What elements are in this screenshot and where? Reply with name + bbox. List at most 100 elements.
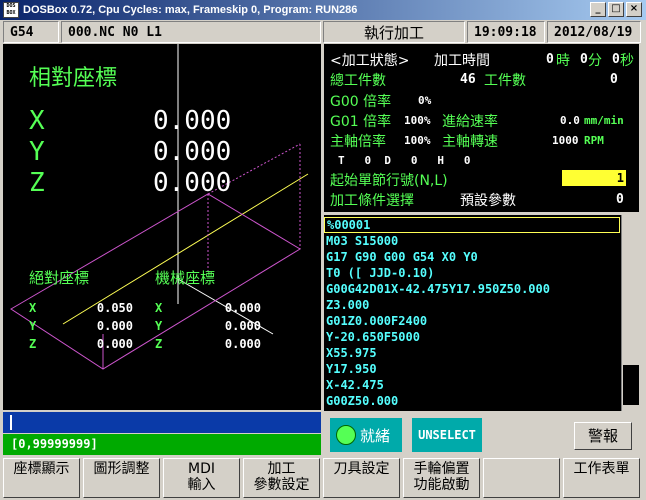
- status-header: G54 000.NC N0 L1 執行加工 19:09:18 2012/08/1…: [3, 21, 643, 43]
- fkey-label: 工作表單: [573, 461, 630, 477]
- tool-d-h-values: T 0 D 0 H 0: [338, 154, 471, 167]
- function-key-bar: 座標顯示 圖形調整 MDI 輸入 加工 參數設定 刀具設定 手輪偏置 功能啟動 …: [3, 458, 643, 498]
- fkey-label: 刀具設定: [333, 461, 390, 477]
- fkey-label: 輸入: [187, 477, 216, 493]
- feed-rate-label: 進給速率: [442, 114, 498, 130]
- alarm-button[interactable]: 警報: [574, 422, 632, 450]
- fkey-mdi-input[interactable]: MDI 輸入: [163, 458, 240, 498]
- time-label: 加工時間: [434, 53, 490, 69]
- control-buttons-area: 就緒 UNSELECT 警報: [324, 412, 639, 456]
- part-count-value: 0: [610, 72, 618, 87]
- scrollbar-thumb[interactable]: [623, 365, 639, 405]
- fkey-machining-params[interactable]: 加工 參數設定: [243, 458, 320, 498]
- fkey-label: 功能啟動: [413, 477, 470, 493]
- start-block-input[interactable]: 1: [562, 170, 626, 186]
- program-line[interactable]: G00G42D01X-42.475Y17.950Z50.000: [326, 282, 550, 296]
- input-range-hint: [0,99999999]: [3, 434, 321, 455]
- total-parts-label: 總工件數: [330, 73, 386, 89]
- mach-x-label: X: [155, 301, 163, 315]
- fkey-tool-settings[interactable]: 刀具設定: [323, 458, 400, 498]
- time-seconds-unit: 秒: [620, 53, 634, 69]
- start-block-label: 起始單節行號(N,L): [330, 173, 448, 189]
- fkey-label: 圖形調整: [93, 461, 150, 477]
- axis-y-label: Y: [29, 137, 45, 167]
- window-title: DOSBox 0.72, Cpu Cycles: max, Frameskip …: [23, 4, 358, 16]
- machining-status-panel: <加工狀態> 加工時間 0 時 0 分 0 秒 總工件數 46 工件數 0 G0…: [324, 44, 639, 212]
- axis-z-label: Z: [29, 168, 45, 198]
- axis-x-label: X: [29, 106, 45, 136]
- program-line[interactable]: X-42.475: [326, 378, 384, 392]
- spindle-speed-unit: RPM: [584, 134, 604, 147]
- spindle-speed-value: 1000: [552, 134, 579, 147]
- nc-program-listing[interactable]: %00001 M03 S15000 G17 G90 G00 G54 X0 Y0 …: [324, 215, 621, 411]
- fkey-graphic-adjust[interactable]: 圖形調整: [83, 458, 160, 498]
- clock-date: 2012/08/19: [547, 21, 641, 43]
- total-parts-value: 46: [460, 72, 476, 87]
- input-caret: [10, 415, 12, 430]
- time-minutes-unit: 分: [588, 53, 602, 69]
- program-line[interactable]: M03 S15000: [326, 234, 398, 248]
- toolpath-graphic: [10, 44, 309, 370]
- window-title-bar[interactable]: DOS BOX DOSBox 0.72, Cpu Cycles: max, Fr…: [0, 0, 646, 20]
- state-label: <加工狀態>: [330, 53, 410, 69]
- program-line[interactable]: G01Z0.000F2400: [326, 314, 427, 328]
- cut-condition-value: 0: [616, 192, 624, 207]
- spindle-rate-label: 主軸倍率: [330, 134, 386, 150]
- program-name: 000.NC N0 L1: [61, 21, 321, 43]
- machine-coord-title: 機械座標: [155, 269, 216, 287]
- g01-rate-label: G01 倍率: [330, 114, 392, 130]
- program-line[interactable]: G17 G90 G00 G54 X0 Y0: [326, 250, 478, 264]
- program-line[interactable]: T0 ([ JJD-0.10): [326, 266, 434, 280]
- cut-condition-label: 加工條件選擇: [330, 193, 414, 209]
- abs-z-value: 0.000: [96, 337, 133, 351]
- program-line[interactable]: Y17.950: [326, 362, 377, 376]
- axis-x-value: 0.000: [153, 106, 232, 136]
- time-hours-unit: 時: [556, 53, 570, 69]
- time-hours: 0: [546, 52, 554, 67]
- ready-label: 就緒: [360, 426, 391, 445]
- program-line[interactable]: Y-20.650F5000: [326, 330, 420, 344]
- mach-y-value: 0.000: [224, 319, 261, 333]
- fkey-work-sheet[interactable]: 工作表單: [563, 458, 640, 498]
- time-seconds: 0: [612, 52, 620, 67]
- program-scrollbar[interactable]: [621, 215, 639, 411]
- program-line-current[interactable]: %00001: [324, 217, 620, 233]
- abs-x-value: 0.050: [96, 301, 133, 315]
- coordinate-panel: 相對座標 X 0.000 Y 0.000 Z 0.000 絕對座標 機械座標 X…: [3, 44, 321, 410]
- fkey-label: 手輪偏置: [413, 461, 470, 477]
- unselect-button[interactable]: UNSELECT: [412, 418, 482, 452]
- minimize-button[interactable]: _: [590, 2, 606, 17]
- close-button[interactable]: ×: [626, 2, 642, 17]
- program-line[interactable]: X55.975: [326, 346, 377, 360]
- ready-button[interactable]: 就緒: [330, 418, 402, 452]
- program-line[interactable]: G00Z50.000: [326, 394, 398, 408]
- fkey-label: 參數設定: [253, 477, 310, 493]
- abs-x-label: X: [29, 301, 37, 315]
- command-input[interactable]: [3, 412, 321, 433]
- program-line[interactable]: Z3.000: [326, 298, 369, 312]
- feed-rate-value: 0.0: [560, 114, 580, 127]
- g00-rate-value: 0%: [418, 94, 432, 107]
- fkey-label: 座標顯示: [13, 461, 70, 477]
- absolute-coord-title: 絕對座標: [29, 269, 90, 287]
- fkey-handwheel-offset[interactable]: 手輪偏置 功能啟動: [403, 458, 480, 498]
- maximize-button[interactable]: □: [608, 2, 624, 17]
- fkey-coord-display[interactable]: 座標顯示: [3, 458, 80, 498]
- mach-x-value: 0.000: [224, 301, 261, 315]
- relative-coord-title: 相對座標: [29, 66, 118, 91]
- ready-indicator-icon: [336, 425, 356, 445]
- run-mode: 執行加工: [323, 21, 465, 43]
- part-count-label: 工件數: [484, 73, 526, 89]
- coord-system: G54: [3, 21, 59, 43]
- fkey-empty[interactable]: [483, 458, 560, 498]
- mach-y-label: Y: [155, 319, 163, 333]
- spindle-speed-label: 主軸轉速: [442, 134, 498, 150]
- axis-y-value: 0.000: [153, 137, 232, 167]
- g01-rate-value: 100%: [404, 114, 431, 127]
- dosbox-icon: DOS BOX: [3, 2, 19, 18]
- spindle-rate-value: 100%: [404, 134, 431, 147]
- fkey-label: MDI: [188, 461, 215, 477]
- time-minutes: 0: [580, 52, 588, 67]
- fkey-label: 加工: [267, 461, 296, 477]
- axis-z-value: 0.000: [153, 168, 232, 198]
